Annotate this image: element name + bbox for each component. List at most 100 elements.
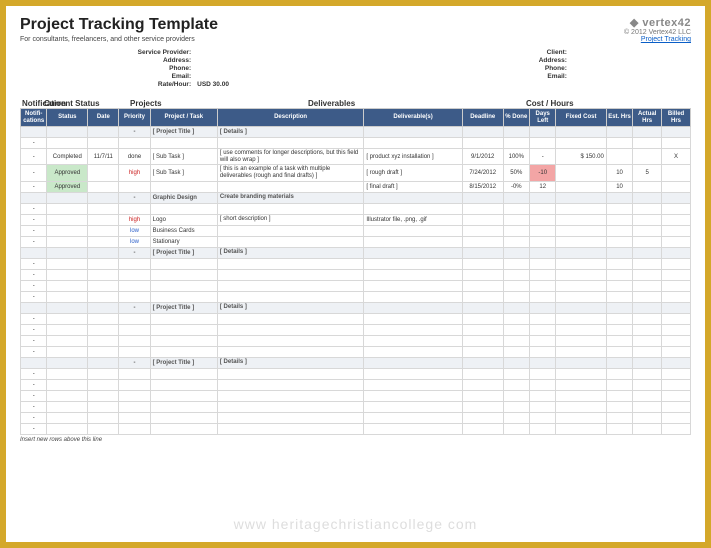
table-row: - [21,258,691,269]
cell [503,412,529,423]
cell [47,280,88,291]
cell [633,214,662,225]
cell [150,181,217,192]
cell [462,357,503,368]
cell [606,390,632,401]
cell [150,258,217,269]
cell [21,357,47,368]
cell [556,368,606,379]
cell: - [21,269,47,280]
cell [88,357,119,368]
cell: - [21,346,47,357]
cell [47,357,88,368]
cell [556,313,606,324]
cell [119,390,150,401]
cell [364,412,462,423]
cell [606,357,632,368]
client-phone-label: Phone: [396,65,573,72]
cell: Create branding materials [217,192,363,203]
cell [88,127,119,138]
cell [47,335,88,346]
cell [217,269,363,280]
cell [530,324,556,335]
cell [150,203,217,214]
project-tracking-link[interactable]: Project Tracking [641,36,691,43]
cell [217,280,363,291]
cell [530,291,556,302]
cell [462,203,503,214]
cell [662,401,691,412]
table-row: - [21,291,691,302]
client-block: Client: Address: Phone: Email: [396,49,691,89]
cell [150,313,217,324]
cell [530,335,556,346]
cell [530,379,556,390]
cell [462,412,503,423]
cell [217,236,363,247]
cell [150,412,217,423]
cell [47,379,88,390]
cell [21,192,47,203]
group-notification: Notification [20,99,42,108]
col-priority: Priority [119,109,150,127]
cell [556,225,606,236]
cell [606,291,632,302]
cell [633,258,662,269]
group-cost: Cost / Hours [466,99,691,108]
cell: 100% [503,149,529,165]
table-row: -highLogo[ short description ]Illustrato… [21,214,691,225]
cell [47,203,88,214]
cell [633,346,662,357]
cell [217,390,363,401]
cell [503,214,529,225]
cell [662,165,691,181]
cell [530,423,556,434]
table-row: -lowBusiness Cards [21,225,691,236]
cell [462,302,503,313]
table-row: -lowStationary [21,236,691,247]
cell [556,302,606,313]
cell [150,401,217,412]
cell [88,302,119,313]
cell: [ this is an example of a task with mult… [217,165,363,181]
cell [633,324,662,335]
col-daysleft: Days Left [530,109,556,127]
table-row: -[ Project Title ][ Details ] [21,127,691,138]
cell [556,390,606,401]
table-row: - [21,368,691,379]
cell [662,357,691,368]
cell [88,346,119,357]
cell: - [21,390,47,401]
cell [462,138,503,149]
cell [633,379,662,390]
cell [364,368,462,379]
cell [88,324,119,335]
cell [556,291,606,302]
cell: 50% [503,165,529,181]
cell [150,280,217,291]
cell: high [119,214,150,225]
cell [662,138,691,149]
cell: [ Details ] [217,247,363,258]
cell [119,269,150,280]
cell [530,313,556,324]
cell [662,258,691,269]
cell [530,127,556,138]
brand-block: ◆ vertex42 © 2012 Vertex42 LLC Project T… [624,16,691,43]
cell [556,280,606,291]
cell [47,236,88,247]
cell [217,258,363,269]
cell [119,138,150,149]
cell: - [21,280,47,291]
cell [47,423,88,434]
cell [503,335,529,346]
cell [462,313,503,324]
table-row: -Graphic DesignCreate branding materials [21,192,691,203]
cell [633,390,662,401]
cell: [ Project Title ] [150,357,217,368]
cell [47,401,88,412]
cell: [ final draft ] [364,181,462,192]
cell: - [119,127,150,138]
cell [662,379,691,390]
cell: low [119,225,150,236]
